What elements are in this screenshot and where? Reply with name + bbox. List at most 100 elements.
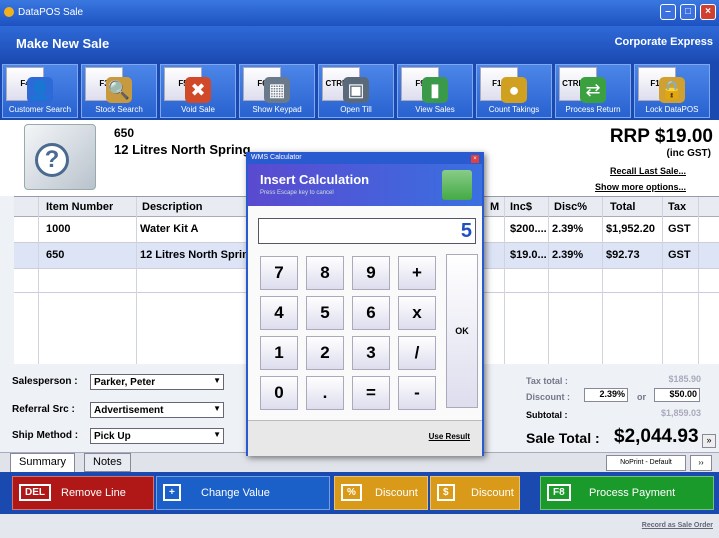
grid-divider bbox=[548, 197, 549, 365]
col-tax[interactable]: Tax bbox=[668, 201, 686, 213]
toolbar-label: Customer Search bbox=[8, 105, 72, 114]
discount-percent-input[interactable]: 2.39% bbox=[584, 388, 628, 402]
col-inc[interactable]: Inc$ bbox=[510, 201, 532, 213]
toolbar-button-open-till[interactable]: CTRL+T ▣ Open Till bbox=[318, 64, 394, 118]
product-number: 650 bbox=[114, 126, 135, 140]
calc-key-2[interactable]: 9 bbox=[352, 256, 390, 290]
row-inc: $200.... bbox=[510, 223, 547, 235]
title-bar: DataPOS Sale – □ × bbox=[0, 0, 719, 26]
col-disc[interactable]: Disc% bbox=[554, 201, 587, 213]
col-total[interactable]: Total bbox=[610, 201, 635, 213]
toolbar-label: Show Keypad bbox=[252, 105, 302, 114]
print-mode-select[interactable]: NoPrint - Default bbox=[606, 455, 686, 471]
salesperson-select[interactable]: Parker, Peter ▼ bbox=[90, 374, 224, 390]
calc-key-10[interactable]: 3 bbox=[352, 336, 390, 370]
calc-key-6[interactable]: 6 bbox=[352, 296, 390, 330]
grid-divider bbox=[38, 197, 39, 365]
calc-key-5[interactable]: 5 bbox=[306, 296, 344, 330]
toolbar-button-view-sales[interactable]: F9 ▮ View Sales bbox=[397, 64, 473, 118]
chevron-down-icon: ▼ bbox=[213, 376, 221, 385]
company-name: Corporate Express bbox=[614, 36, 713, 48]
toolbar-button-void-sale[interactable]: F5 ✖ Void Sale bbox=[160, 64, 236, 118]
minimize-button[interactable]: – bbox=[660, 4, 676, 20]
ok-button[interactable]: OK bbox=[446, 254, 478, 408]
calc-key-12[interactable]: 0 bbox=[260, 376, 298, 410]
discount-label: Discount : bbox=[526, 392, 570, 402]
process-payment-label: Process Payment bbox=[589, 487, 676, 499]
close-icon[interactable]: × bbox=[471, 155, 479, 163]
or-label: or bbox=[637, 392, 646, 402]
footer: Record as Sale Order bbox=[0, 514, 719, 538]
toolbar-button-stock-search[interactable]: F3 🔍 Stock Search bbox=[81, 64, 157, 118]
keypad-icon: ▦ bbox=[264, 77, 290, 103]
toolbar-button-process-return[interactable]: CTRL+R ⇄ Process Return bbox=[555, 64, 631, 118]
ship-method-value: Pick Up bbox=[94, 431, 131, 442]
col-item-number[interactable]: Item Number bbox=[46, 201, 113, 213]
calc-key-14[interactable]: = bbox=[352, 376, 390, 410]
record-sale-order-link[interactable]: Record as Sale Order bbox=[642, 522, 713, 529]
row-tax: GST bbox=[668, 249, 691, 261]
calc-key-15[interactable]: - bbox=[398, 376, 436, 410]
stock-search-icon: 🔍 bbox=[106, 77, 132, 103]
subtotal-label: Subtotal : bbox=[526, 410, 568, 420]
calc-key-7[interactable]: x bbox=[398, 296, 436, 330]
grid-divider bbox=[662, 197, 663, 365]
change-value-button[interactable]: + Change Value bbox=[156, 476, 330, 510]
dollar-discount-button[interactable]: $ Discount bbox=[430, 476, 520, 510]
toolbar-label: Open Till bbox=[340, 105, 372, 114]
tab-notes[interactable]: Notes bbox=[84, 453, 131, 472]
return-icon: ⇄ bbox=[580, 77, 606, 103]
use-result-link[interactable]: Use Result bbox=[429, 432, 470, 441]
toolbar-button-customer-search[interactable]: F4 👤 Customer Search bbox=[2, 64, 78, 118]
calc-key-11[interactable]: / bbox=[398, 336, 436, 370]
row-desc: Water Kit A bbox=[140, 223, 199, 235]
calc-key-1[interactable]: 8 bbox=[306, 256, 344, 290]
grid-divider bbox=[504, 197, 505, 365]
calculator-display[interactable]: 5 bbox=[258, 218, 476, 244]
calc-key-0[interactable]: 7 bbox=[260, 256, 298, 290]
dollar-key-badge: $ bbox=[437, 484, 455, 501]
chevron-down-icon: ▼ bbox=[213, 430, 221, 439]
row-total: $1,952.20 bbox=[606, 223, 655, 235]
toolbar-button-lock-datapos[interactable]: F11 🔒 Lock DataPOS bbox=[634, 64, 710, 118]
calc-key-13[interactable]: . bbox=[306, 376, 344, 410]
tax-total-value: $185.90 bbox=[668, 374, 701, 384]
maximize-button[interactable]: □ bbox=[680, 4, 696, 20]
print-options-button[interactable]: ›› bbox=[690, 455, 712, 471]
referral-select[interactable]: Advertisement ▼ bbox=[90, 402, 224, 418]
col-description[interactable]: Description bbox=[142, 201, 203, 213]
referral-value: Advertisement bbox=[94, 405, 164, 416]
remove-line-button[interactable]: DEL Remove Line bbox=[12, 476, 154, 510]
close-button[interactable]: × bbox=[700, 4, 716, 20]
del-key-badge: DEL bbox=[19, 484, 51, 501]
row-desc: 12 Litres North Spring bbox=[140, 249, 246, 261]
calc-key-9[interactable]: 2 bbox=[306, 336, 344, 370]
change-value-label: Change Value bbox=[201, 487, 270, 499]
calc-key-4[interactable]: 4 bbox=[260, 296, 298, 330]
recall-last-sale-link[interactable]: Recall Last Sale... bbox=[610, 166, 686, 176]
customer-icon: 👤 bbox=[27, 77, 53, 103]
toolbar-button-count-takings[interactable]: F10 ● Count Takings bbox=[476, 64, 552, 118]
toolbar-button-show-keypad[interactable]: F6 ▦ Show Keypad bbox=[239, 64, 315, 118]
window-title: DataPOS Sale bbox=[18, 7, 84, 18]
f8-key-badge: F8 bbox=[547, 484, 571, 501]
col-m[interactable]: M bbox=[490, 201, 499, 213]
row-total: $92.73 bbox=[606, 249, 640, 261]
row-item: 650 bbox=[46, 249, 65, 261]
subtotal-value: $1,859.03 bbox=[660, 408, 701, 418]
ship-method-select[interactable]: Pick Up ▼ bbox=[90, 428, 224, 444]
calc-key-3[interactable]: + bbox=[398, 256, 436, 290]
plus-icon: + bbox=[163, 484, 181, 501]
discount-amount-input[interactable]: $50.00 bbox=[654, 388, 700, 402]
chevron-down-icon: ▼ bbox=[213, 404, 221, 413]
calc-key-8[interactable]: 1 bbox=[260, 336, 298, 370]
process-payment-button[interactable]: F8 Process Payment bbox=[540, 476, 714, 510]
show-more-options-link[interactable]: Show more options... bbox=[595, 182, 686, 192]
row-disc: 2.39% bbox=[552, 223, 584, 235]
grid-divider bbox=[602, 197, 603, 365]
expand-totals-button[interactable]: » bbox=[702, 434, 716, 448]
sale-total-value: $2,044.93 bbox=[614, 426, 699, 447]
percent-discount-button[interactable]: % Discount bbox=[334, 476, 428, 510]
calculator-hint: Press Escape key to cancel bbox=[260, 190, 334, 196]
tab-summary[interactable]: Summary bbox=[10, 453, 76, 472]
